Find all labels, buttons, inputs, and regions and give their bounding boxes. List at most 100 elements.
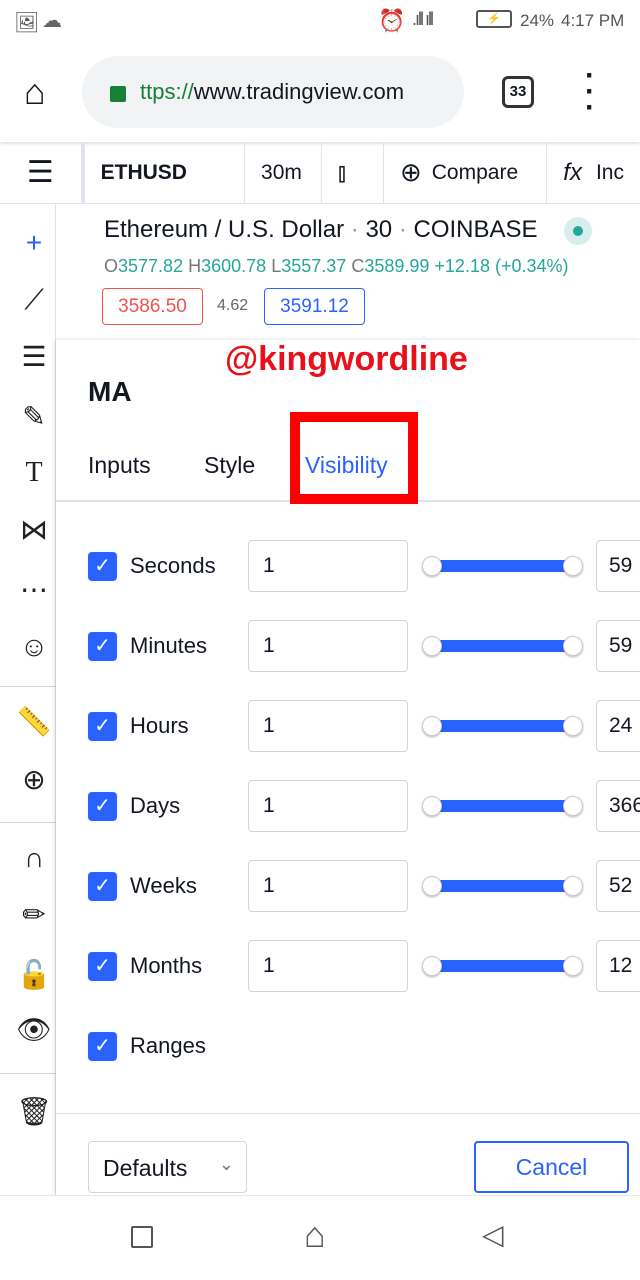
- slider-max-handle[interactable]: [563, 796, 583, 816]
- max-input[interactable]: 24: [596, 700, 640, 752]
- sell-button[interactable]: 3586.50: [102, 288, 203, 325]
- cancel-button[interactable]: Cancel: [474, 1141, 629, 1193]
- range-slider-track[interactable]: [432, 720, 573, 732]
- slider-min-handle[interactable]: [422, 556, 442, 576]
- row-label: Ranges: [130, 1033, 206, 1058]
- fx-icon: fx: [563, 158, 582, 186]
- indicators-label: Inc: [595, 160, 624, 184]
- tab-inputs[interactable]: Inputs: [88, 452, 151, 479]
- crosshair-icon[interactable]: +: [14, 223, 54, 263]
- min-input[interactable]: 1: [248, 700, 408, 752]
- visibility-row-minutes: ✓ Minutes 1 59: [56, 620, 640, 672]
- row-label: Seconds: [130, 553, 216, 578]
- min-input[interactable]: 1: [248, 940, 408, 992]
- range-slider-track[interactable]: [432, 640, 573, 652]
- range-slider-track[interactable]: [432, 960, 573, 972]
- slider-max-handle[interactable]: [563, 636, 583, 656]
- visibility-row-weeks: ✓ Weeks 1 52: [56, 860, 640, 912]
- unlock-icon[interactable]: 🔓: [14, 955, 54, 995]
- eye-icon[interactable]: 👁: [14, 1010, 54, 1050]
- indicators-button[interactable]: fx Inc: [547, 142, 640, 204]
- checkbox[interactable]: ✓: [88, 552, 117, 581]
- zoom-in-icon[interactable]: ⊕: [14, 760, 54, 800]
- chart-toolbar: ☰ ETHUSD 30m ⫾ ⊕ Compare fx Inc: [0, 141, 640, 204]
- checkbox[interactable]: ✓: [88, 1032, 117, 1061]
- chevron-down-icon: ⌄: [218, 1154, 234, 1174]
- signal-icon: .ıll ıll: [412, 9, 434, 29]
- slider-min-handle[interactable]: [422, 636, 442, 656]
- range-slider-track[interactable]: [432, 880, 573, 892]
- visibility-row-months: ✓ Months 1 12: [56, 940, 640, 992]
- slider-min-handle[interactable]: [422, 956, 442, 976]
- max-input[interactable]: 366: [596, 780, 640, 832]
- lock-drawing-icon[interactable]: ✏: [14, 895, 54, 935]
- min-input[interactable]: 1: [248, 540, 408, 592]
- range-slider-track[interactable]: [432, 800, 573, 812]
- slider-max-handle[interactable]: [563, 956, 583, 976]
- browser-bar: ⌂ ttps://www.tradingview.com 33 · · ·: [0, 42, 640, 142]
- min-input[interactable]: 1: [248, 620, 408, 672]
- max-input[interactable]: 59: [596, 540, 640, 592]
- prediction-icon[interactable]: ⋯: [14, 570, 54, 610]
- slider-min-handle[interactable]: [422, 796, 442, 816]
- battery-icon: ⚡: [476, 10, 512, 28]
- visibility-row-ranges: ✓ Ranges: [56, 1020, 640, 1072]
- checkbox[interactable]: ✓: [88, 872, 117, 901]
- slider-max-handle[interactable]: [563, 556, 583, 576]
- min-input[interactable]: 1: [248, 860, 408, 912]
- slider-max-handle[interactable]: [563, 716, 583, 736]
- range-slider-track[interactable]: [432, 560, 573, 572]
- symbol-button[interactable]: ETHUSD: [85, 141, 246, 204]
- pattern-icon[interactable]: ⋈: [14, 510, 54, 550]
- buy-button[interactable]: 3591.12: [264, 288, 365, 325]
- candles-icon[interactable]: ⫾: [322, 141, 384, 204]
- recents-icon[interactable]: [131, 1226, 153, 1248]
- back-icon[interactable]: ◁: [482, 1218, 504, 1251]
- clock: 4:17 PM: [561, 11, 625, 30]
- visibility-row-hours: ✓ Hours 1 24: [56, 700, 640, 752]
- defaults-dropdown[interactable]: Defaults ⌄: [88, 1141, 247, 1193]
- text-icon[interactable]: T: [14, 453, 54, 493]
- brush-icon[interactable]: ✎: [14, 397, 54, 437]
- slider-min-handle[interactable]: [422, 716, 442, 736]
- max-input[interactable]: 12: [596, 940, 640, 992]
- compare-button[interactable]: ⊕ Compare: [384, 141, 548, 204]
- drawing-toolbar: + ⟋ ☰ ✎ T ⋈ ⋯ ☺ 📏 ⊕ ∩ ✏ 🔓 👁 🗑: [0, 204, 56, 1195]
- row-label: Months: [130, 953, 203, 978]
- battery-level: 24%: [520, 11, 555, 30]
- tab-style[interactable]: Style: [204, 452, 255, 479]
- checkbox[interactable]: ✓: [88, 632, 117, 661]
- checkbox[interactable]: ✓: [88, 792, 117, 821]
- compare-label: Compare: [431, 160, 519, 184]
- hamburger-icon[interactable]: ☰: [0, 141, 85, 204]
- checkbox[interactable]: ✓: [88, 712, 117, 741]
- lock-icon: [110, 86, 126, 102]
- menu-icon[interactable]: · · ·: [580, 61, 600, 123]
- max-input[interactable]: 59: [596, 620, 640, 672]
- slider-min-handle[interactable]: [422, 876, 442, 896]
- chart-legend: Ethereum / U.S. Dollar · 30 · COINBASE O…: [86, 204, 640, 340]
- highlight-box: [290, 412, 418, 504]
- emoji-icon[interactable]: ☺: [14, 627, 54, 667]
- url-scheme: ttps://: [140, 79, 194, 104]
- tab-switcher-button[interactable]: 33: [502, 76, 534, 108]
- max-input[interactable]: 52: [596, 860, 640, 912]
- dialog-title: MA: [88, 376, 132, 407]
- trash-icon[interactable]: 🗑: [14, 1092, 54, 1132]
- trend-line-icon[interactable]: ⟋: [14, 280, 54, 320]
- checkbox[interactable]: ✓: [88, 952, 117, 981]
- url-bar[interactable]: ttps://www.tradingview.com: [82, 56, 464, 128]
- slider-max-handle[interactable]: [563, 876, 583, 896]
- row-label: Hours: [130, 713, 189, 738]
- plus-circle-icon: ⊕: [399, 157, 422, 187]
- min-input[interactable]: 1: [248, 780, 408, 832]
- row-label: Weeks: [130, 873, 197, 898]
- magnet-icon[interactable]: ∩: [14, 838, 54, 878]
- fib-icon[interactable]: ☰: [14, 337, 54, 377]
- home-icon[interactable]: ⌂: [24, 72, 46, 112]
- home-nav-icon[interactable]: ⌂: [304, 1214, 326, 1256]
- interval-button[interactable]: 30m: [245, 141, 322, 204]
- ruler-icon[interactable]: 📏: [14, 702, 54, 742]
- row-label: Days: [130, 793, 181, 818]
- gallery-icon: 🖼: [14, 12, 40, 34]
